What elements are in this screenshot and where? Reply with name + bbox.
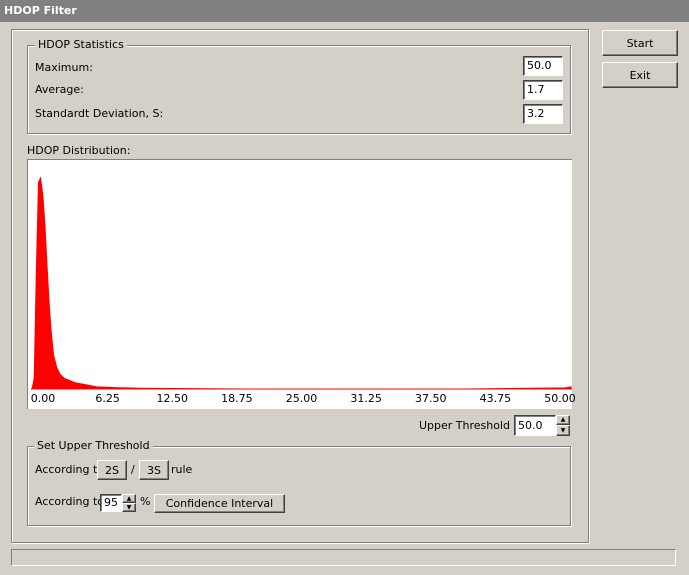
rule-slash: /	[131, 463, 135, 476]
confidence-interval-button[interactable]: Confidence Interval	[154, 494, 285, 513]
status-bar	[11, 549, 676, 566]
percent-field[interactable]: 95	[100, 494, 122, 512]
spin-up-icon[interactable]: ▲	[556, 415, 570, 425]
set-threshold-group	[27, 446, 571, 526]
x-tick-label: 25.00	[285, 392, 318, 405]
percent-down-icon[interactable]: ▼	[122, 503, 136, 512]
x-tick-label: 37.50	[415, 392, 447, 405]
x-tick-label: 0.00	[30, 392, 56, 405]
x-tick-label: 43.75	[479, 392, 512, 405]
exit-button[interactable]: Exit	[602, 62, 678, 88]
maximum-label: Maximum:	[35, 61, 93, 74]
upper-threshold-field[interactable]: 50.0	[514, 415, 556, 436]
x-tick-label: 12.50	[156, 392, 189, 405]
percent-spinner[interactable]: ▲ ▼	[122, 494, 136, 512]
upper-threshold-label: Upper Threshold	[419, 419, 511, 432]
average-field[interactable]: 1.7	[523, 80, 563, 100]
x-tick-label: 18.75	[221, 392, 253, 405]
spin-down-icon[interactable]: ▼	[556, 425, 570, 436]
title-bar: HDOP Filter	[0, 0, 689, 22]
rule-label: rule	[171, 463, 193, 476]
x-tick-label: 31.25	[350, 392, 382, 405]
histogram-svg	[31, 176, 572, 390]
percent-up-icon[interactable]: ▲	[122, 494, 136, 503]
according-to-label-2: According to	[35, 495, 105, 508]
upper-threshold-spinner[interactable]: ▲ ▼	[556, 415, 570, 436]
set-threshold-title: Set Upper Threshold	[34, 440, 153, 452]
rule-2s-button[interactable]: 2S	[97, 460, 127, 480]
distribution-chart: 0.00 6.25 12.50 18.75 25.00 31.25 37.50 43.75 50…	[27, 159, 576, 409]
window-title: HDOP Filter	[4, 4, 77, 17]
maximum-field[interactable]: 50.0	[523, 56, 563, 76]
average-label: Average:	[35, 83, 84, 96]
percent-sign: %	[140, 495, 151, 508]
rule-3s-button[interactable]: 3S	[139, 460, 169, 480]
distribution-label: HDOP Distribution:	[27, 144, 131, 157]
histogram-area	[31, 176, 572, 390]
stddev-field[interactable]: 3.2	[523, 104, 563, 124]
according-to-label-1: According to	[35, 463, 105, 476]
stddev-label: Standardt Deviation, S:	[35, 107, 164, 120]
hdop-statistics-title: HDOP Statistics	[35, 39, 127, 51]
x-tick-label: 6.25	[95, 392, 120, 405]
start-button[interactable]: Start	[602, 30, 678, 56]
x-tick-label: 50.00	[544, 392, 576, 405]
